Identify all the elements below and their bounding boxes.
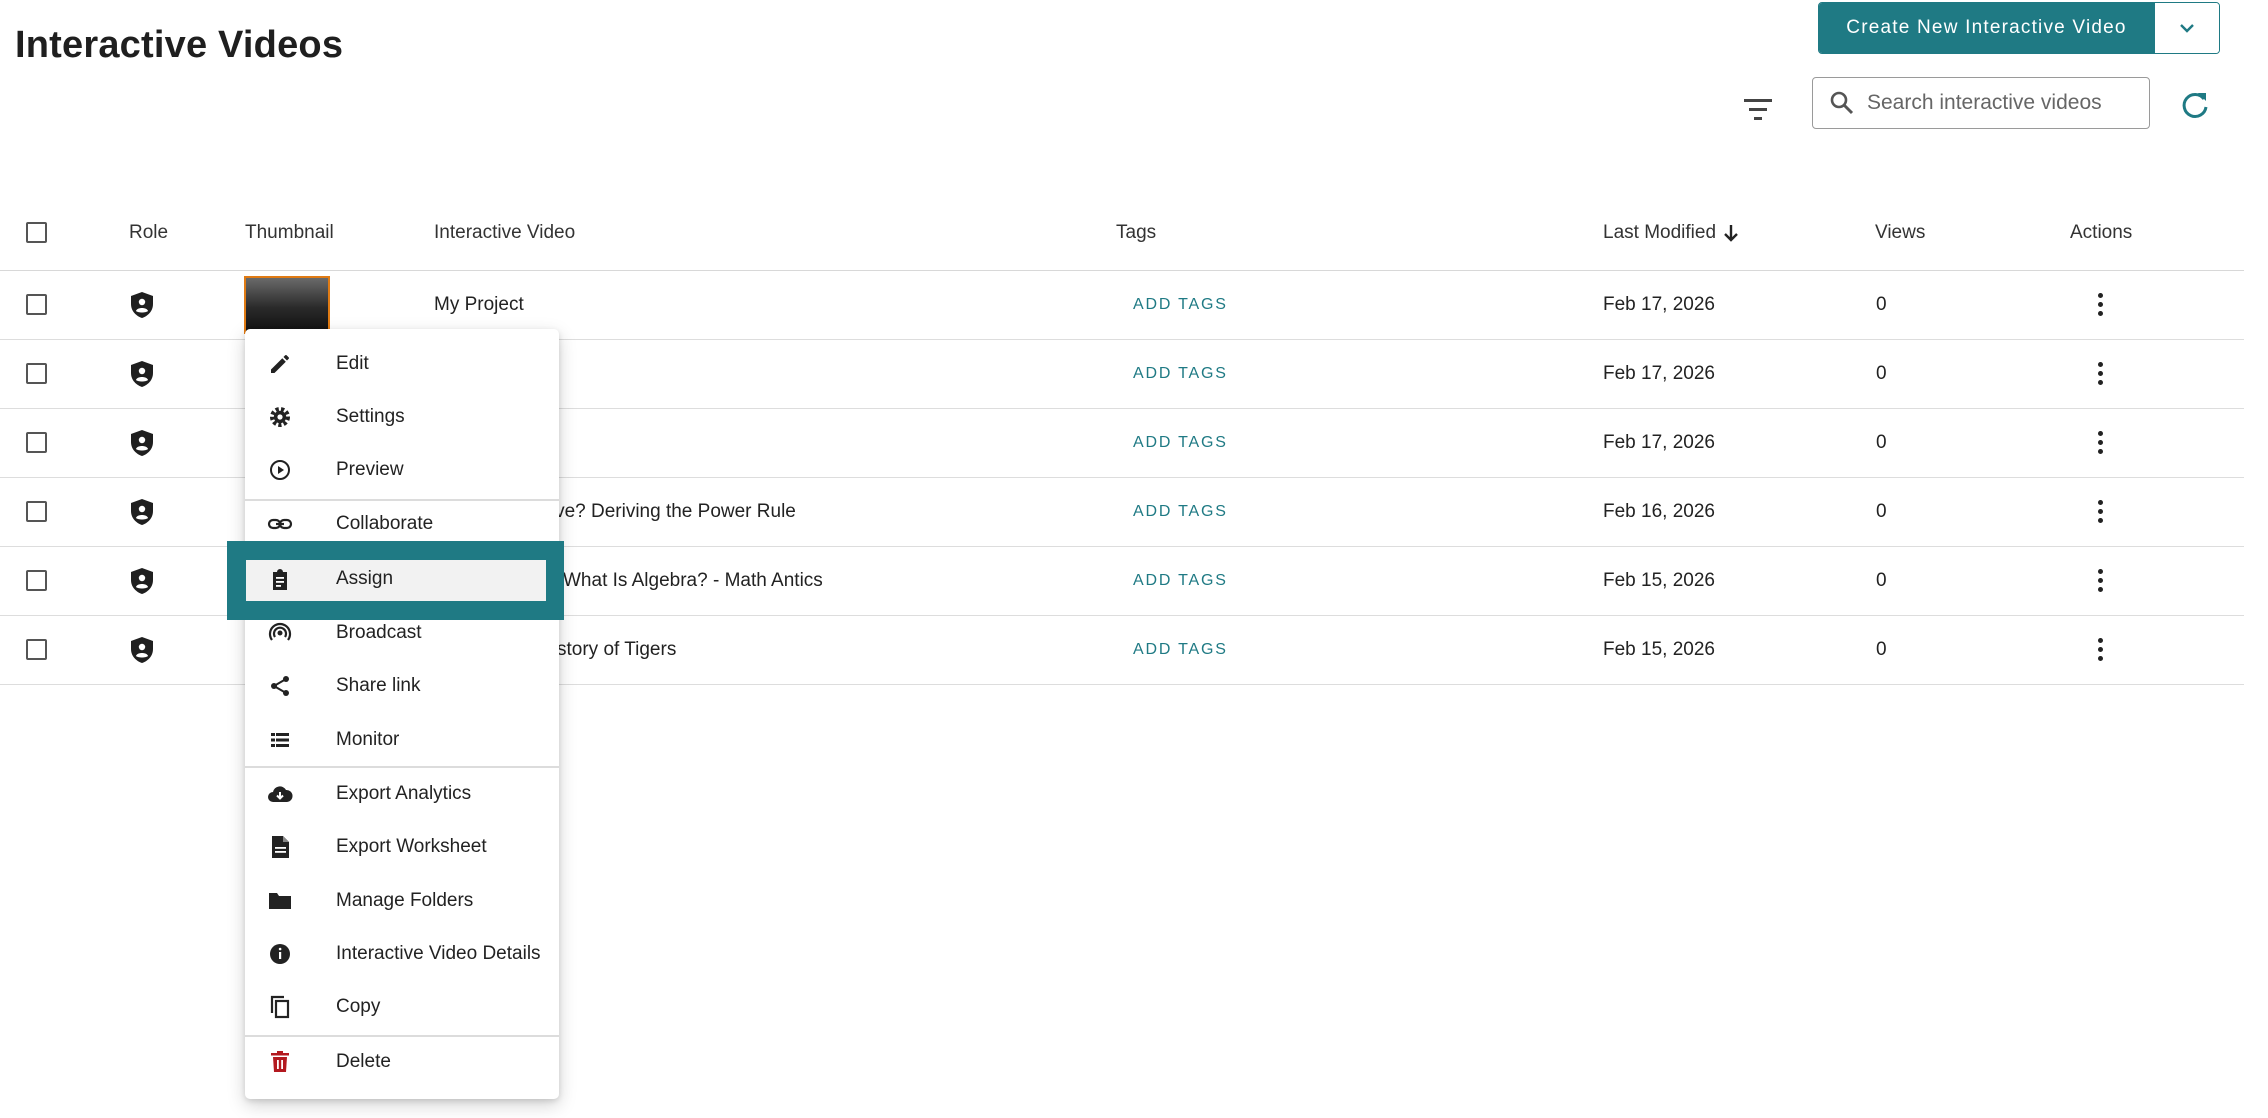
gear-icon: [265, 402, 295, 432]
column-header-last-modified-label: Last Modified: [1603, 222, 1717, 243]
role-cell: [128, 615, 156, 684]
filter-icon[interactable]: [1740, 92, 1776, 128]
add-tags-button[interactable]: ADD TAGS: [1133, 615, 1228, 684]
pencil-icon: [265, 349, 295, 379]
column-header-actions: Actions: [2070, 222, 2133, 243]
search-input[interactable]: [1865, 90, 2139, 116]
page-title: Interactive Videos: [15, 24, 344, 66]
row-checkbox[interactable]: [26, 639, 47, 660]
video-thumbnail[interactable]: [244, 276, 330, 334]
row-checkbox[interactable]: [26, 294, 47, 315]
more-vert-icon[interactable]: [2098, 477, 2103, 546]
search-icon: [1830, 91, 1854, 115]
shield-person-icon: [131, 498, 153, 525]
create-button-group: Create New Interactive Video: [1818, 2, 2220, 54]
role-cell: [128, 477, 156, 546]
shield-person-icon: [131, 360, 153, 387]
shield-person-icon: [131, 636, 153, 663]
actions-context-menu: Edit Settings Preview Collaborate: [245, 329, 559, 1099]
create-dropdown-button[interactable]: [2154, 3, 2219, 53]
last-modified-cell: Feb 15, 2026: [1603, 569, 1715, 591]
column-header-tags: Tags: [1116, 222, 1157, 243]
more-vert-icon[interactable]: [2098, 546, 2103, 615]
row-checkbox[interactable]: [26, 363, 47, 384]
column-header-role: Role: [129, 222, 169, 243]
shield-person-icon: [131, 567, 153, 594]
video-title[interactable]: story of Tigers: [557, 615, 676, 684]
views-cell: 0: [1876, 431, 1887, 453]
menu-item-settings[interactable]: Settings: [245, 391, 559, 443]
more-vert-icon[interactable]: [2098, 408, 2103, 477]
column-header-interactive-video[interactable]: Interactive Video: [434, 222, 575, 244]
menu-item-edit[interactable]: Edit: [245, 338, 559, 390]
views-cell: 0: [1876, 638, 1887, 660]
search-box: [1812, 77, 2150, 129]
add-tags-button[interactable]: ADD TAGS: [1133, 408, 1228, 477]
create-new-interactive-video-button[interactable]: Create New Interactive Video: [1819, 3, 2154, 53]
more-vert-icon[interactable]: [2098, 615, 2103, 684]
role-cell: [128, 270, 156, 339]
clipboard-icon: [265, 565, 295, 595]
table-header: Role Thumbnail Interactive Video Tags La…: [0, 208, 2244, 271]
column-header-views[interactable]: Views: [1875, 222, 1925, 244]
more-vert-icon[interactable]: [2098, 339, 2103, 408]
menu-item-label: Edit: [336, 353, 369, 374]
row-checkbox[interactable]: [26, 501, 47, 522]
play-circle-icon: [265, 455, 295, 485]
last-modified-cell: Feb 17, 2026: [1603, 431, 1715, 453]
shield-person-icon: [131, 429, 153, 456]
views-cell: 0: [1876, 500, 1887, 522]
row-checkbox[interactable]: [26, 570, 47, 591]
video-title[interactable]: What Is Algebra? - Math Antics: [563, 546, 823, 615]
chevron-down-icon: [2180, 24, 2194, 33]
arrow-down-icon: [1724, 225, 1738, 242]
column-header-last-modified[interactable]: Last Modified: [1603, 222, 1740, 244]
views-cell: 0: [1876, 293, 1887, 315]
video-title[interactable]: ative? Deriving the Power Rule: [535, 477, 796, 546]
last-modified-cell: Feb 16, 2026: [1603, 500, 1715, 522]
menu-item-label: Settings: [336, 406, 405, 427]
select-all-checkbox[interactable]: [26, 222, 47, 243]
refresh-icon[interactable]: [2178, 88, 2212, 122]
menu-item-label: Assign: [336, 568, 394, 589]
views-cell: 0: [1876, 362, 1887, 384]
menu-item-preview[interactable]: Preview: [245, 444, 559, 496]
add-tags-button[interactable]: ADD TAGS: [1133, 270, 1228, 339]
role-cell: [128, 339, 156, 408]
views-cell: 0: [1876, 569, 1887, 591]
role-cell: [128, 546, 156, 615]
role-cell: [128, 408, 156, 477]
link-icon: [265, 509, 295, 539]
menu-item-label: Preview: [336, 459, 404, 480]
add-tags-button[interactable]: ADD TAGS: [1133, 546, 1228, 615]
last-modified-cell: Feb 15, 2026: [1603, 638, 1715, 660]
row-checkbox[interactable]: [26, 432, 47, 453]
more-vert-icon[interactable]: [2098, 270, 2103, 339]
last-modified-cell: Feb 17, 2026: [1603, 362, 1715, 384]
column-header-thumbnail: Thumbnail: [245, 222, 334, 243]
add-tags-button[interactable]: ADD TAGS: [1133, 339, 1228, 408]
menu-item-label: Collaborate: [336, 513, 434, 534]
last-modified-cell: Feb 17, 2026: [1603, 293, 1715, 315]
shield-person-icon: [131, 291, 153, 318]
add-tags-button[interactable]: ADD TAGS: [1133, 477, 1228, 546]
